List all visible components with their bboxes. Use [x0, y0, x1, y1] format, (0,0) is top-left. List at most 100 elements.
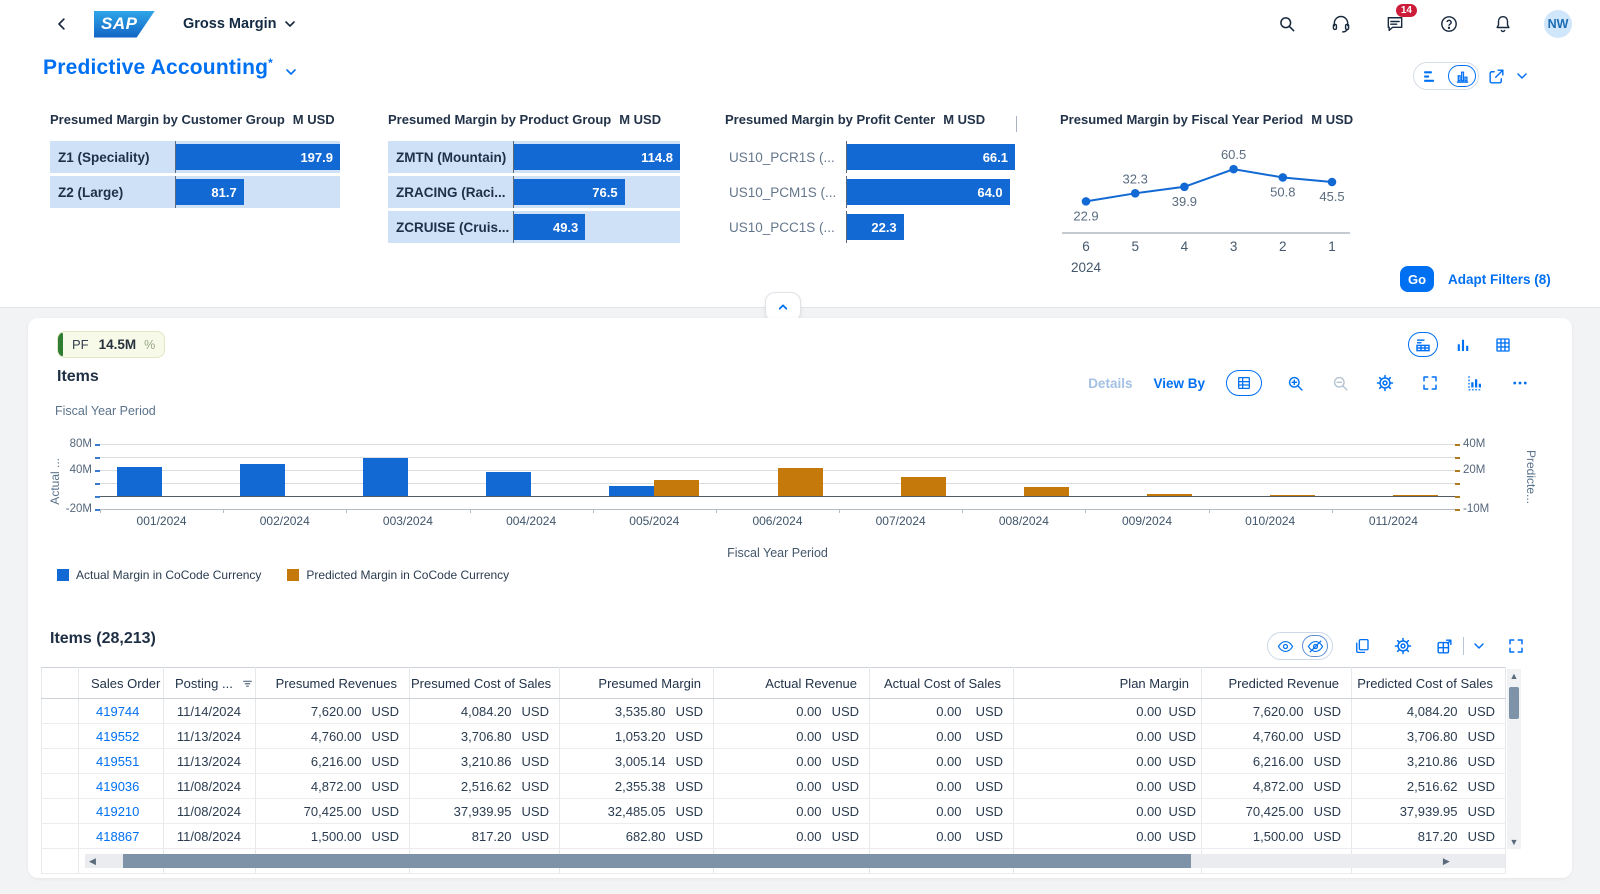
- row-selector-header[interactable]: [41, 667, 79, 699]
- scroll-left-arrow[interactable]: ◀: [89, 854, 96, 868]
- fiscal-period-line-chart[interactable]: 22.9 6 32.3 5 39.9 4 60.5 3 50.8 2 45.5 1 2024: [1060, 141, 1360, 275]
- column-header[interactable]: Presumed Revenues: [255, 667, 410, 699]
- row-selector[interactable]: [41, 748, 79, 774]
- filter-bar-row[interactable]: ZCRUISE (Cruis... 49.3: [388, 211, 680, 243]
- filter-bar-row[interactable]: US10_PCR1S (... 66.1: [725, 141, 1015, 173]
- column-header[interactable]: Presumed Margin: [559, 667, 715, 699]
- table-row[interactable]: 419210 11/08/2024 70,425.00 USD 37,939.95 USD…: [41, 798, 1507, 824]
- filter-bar-segment[interactable]: 49.3: [514, 214, 586, 240]
- zoom-out-button[interactable]: [1328, 371, 1352, 395]
- filter-bar-row[interactable]: Z1 (Speciality) 197.9: [50, 141, 340, 173]
- column-header[interactable]: Actual Cost of Sales: [869, 667, 1015, 699]
- vertical-scrollbar[interactable]: ▲ ▼: [1507, 669, 1521, 849]
- row-selector[interactable]: [41, 823, 79, 849]
- legend-item-actual[interactable]: Actual Margin in CoCode Currency: [57, 568, 261, 582]
- horizontal-scroll-thumb[interactable]: [122, 854, 1191, 868]
- predicted-bar[interactable]: [1270, 495, 1316, 496]
- sales-order-link[interactable]: 419036: [80, 779, 162, 794]
- filter-bar-segment[interactable]: 81.7: [176, 179, 244, 205]
- predicted-bar[interactable]: [1393, 495, 1439, 496]
- legend-toggle-button[interactable]: [1226, 370, 1262, 396]
- actual-bar[interactable]: [609, 486, 655, 496]
- kpi-chip-pf[interactable]: PF 14.5M %: [57, 331, 166, 358]
- filter-bar-row[interactable]: Z2 (Large) 81.7: [50, 176, 340, 208]
- column-header[interactable]: Plan Margin: [1013, 667, 1203, 699]
- share-chevron-down-icon[interactable]: [1514, 68, 1530, 84]
- feedback-button[interactable]: 14: [1382, 4, 1417, 37]
- hide-details-button[interactable]: [1302, 635, 1328, 657]
- filter-bar-segment[interactable]: 114.8: [514, 144, 680, 170]
- column-header[interactable]: Posting ...: [163, 667, 256, 699]
- actual-bar[interactable]: [362, 458, 408, 496]
- table-row[interactable]: 419551 11/13/2024 6,216.00 USD 3,210.86 USD 3,…: [41, 748, 1507, 774]
- export-button[interactable]: [1432, 634, 1456, 658]
- adapt-filters-link[interactable]: Adapt Filters (8): [1448, 272, 1551, 287]
- back-button[interactable]: [50, 12, 74, 36]
- predicted-bar[interactable]: [900, 477, 946, 496]
- column-header[interactable]: Presumed Cost of Sales: [409, 667, 560, 699]
- items-margin-chart[interactable]: 80M 40M -20M 40M 20M -10M: [66, 438, 1489, 515]
- sap-logo[interactable]: SAP: [94, 10, 155, 38]
- chart-view-button[interactable]: [1448, 332, 1478, 357]
- table-fullscreen-button[interactable]: [1504, 634, 1528, 658]
- scroll-up-arrow[interactable]: ▲: [1510, 669, 1519, 683]
- share-button[interactable]: [1484, 64, 1508, 88]
- chart-settings-button[interactable]: [1373, 371, 1397, 395]
- help-button[interactable]: [1436, 11, 1462, 37]
- predicted-bar[interactable]: [1147, 494, 1193, 496]
- fullscreen-button[interactable]: [1418, 371, 1442, 395]
- actual-bar[interactable]: [486, 471, 532, 496]
- app-title-chevron-down-icon[interactable]: [282, 16, 298, 32]
- overflow-menu-button[interactable]: [1508, 371, 1532, 395]
- export-chevron-down-icon[interactable]: [1471, 638, 1487, 654]
- chart-builder-button[interactable]: [1463, 371, 1487, 395]
- scroll-down-arrow[interactable]: ▼: [1510, 835, 1519, 849]
- chart-filterbar-toggle[interactable]: [1448, 65, 1476, 87]
- sales-order-link[interactable]: 419552: [80, 729, 162, 744]
- column-header[interactable]: Sales Order: [78, 667, 164, 699]
- copy-button[interactable]: [1350, 634, 1374, 658]
- sales-order-link[interactable]: 419551: [80, 754, 162, 769]
- go-button[interactable]: Go: [1400, 266, 1434, 292]
- vertical-scroll-thumb[interactable]: [1509, 687, 1519, 719]
- filter-bar-row[interactable]: US10_PCC1S (... 22.3: [725, 211, 1015, 243]
- filter-bar-row[interactable]: ZMTN (Mountain) 114.8: [388, 141, 680, 173]
- table-row[interactable]: 418867 11/08/2024 1,500.00 USD 817.20 USD 682.…: [41, 823, 1507, 849]
- items-table[interactable]: Sales Order Posting ... Presumed Revenues P…: [41, 667, 1507, 874]
- search-button[interactable]: [1274, 11, 1300, 37]
- view-by-button[interactable]: View By: [1153, 376, 1205, 391]
- horizontal-scrollbar[interactable]: ◀ ▶: [85, 854, 1505, 868]
- column-header[interactable]: Actual Revenue: [713, 667, 871, 699]
- filter-bar-segment[interactable]: 64.0: [847, 179, 1010, 205]
- actual-bar[interactable]: [239, 464, 285, 496]
- zoom-in-button[interactable]: [1283, 371, 1307, 395]
- filter-bar-row[interactable]: US10_PCM1S (... 64.0: [725, 176, 1015, 208]
- row-selector[interactable]: [41, 798, 79, 824]
- table-row[interactable]: 419744 11/14/2024 7,620.00 USD 4,084.20 USD 3,…: [41, 698, 1507, 724]
- row-selector[interactable]: [41, 773, 79, 799]
- table-row[interactable]: 419036 11/08/2024 4,872.00 USD 2,516.62 USD 2,…: [41, 773, 1507, 799]
- variant-chevron-down-icon[interactable]: [283, 64, 299, 80]
- row-selector[interactable]: [41, 698, 79, 724]
- predicted-bar[interactable]: [777, 468, 823, 496]
- predicted-bar[interactable]: [1023, 486, 1069, 496]
- avatar[interactable]: NW: [1544, 10, 1572, 38]
- support-button[interactable]: [1328, 11, 1354, 37]
- filter-bar-segment[interactable]: 197.9: [176, 144, 340, 170]
- visual-filterbar-toggle[interactable]: [1416, 65, 1444, 87]
- scroll-right-arrow[interactable]: ▶: [1443, 854, 1450, 868]
- show-details-button[interactable]: [1272, 635, 1298, 657]
- column-header[interactable]: Predicted Revenue: [1201, 667, 1353, 699]
- legend-item-predicted[interactable]: Predicted Margin in CoCode Currency: [287, 568, 509, 582]
- filter-bar-segment[interactable]: 76.5: [514, 179, 625, 205]
- table-settings-button[interactable]: [1391, 634, 1415, 658]
- filter-bar-segment[interactable]: 22.3: [847, 214, 904, 240]
- chart-table-view-button[interactable]: [1408, 332, 1438, 357]
- alerts-button[interactable]: [1490, 11, 1516, 37]
- column-header[interactable]: Predicted Cost of Sales: [1351, 667, 1507, 699]
- details-button[interactable]: Details: [1088, 376, 1132, 391]
- table-row[interactable]: 419552 11/13/2024 4,760.00 USD 3,706.80 USD 1,…: [41, 723, 1507, 749]
- filter-bar-row[interactable]: ZRACING (Raci... 76.5: [388, 176, 680, 208]
- row-selector[interactable]: [41, 723, 79, 749]
- filter-bar-segment[interactable]: 66.1: [847, 144, 1015, 170]
